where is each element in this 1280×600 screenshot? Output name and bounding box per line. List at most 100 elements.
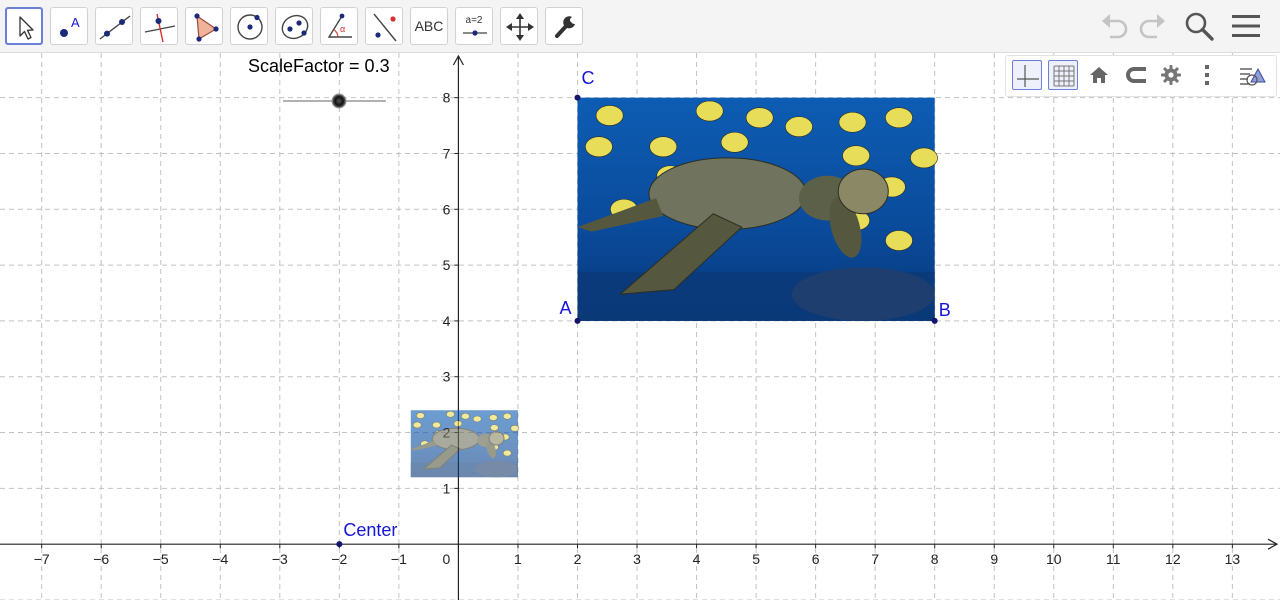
fish-shape xyxy=(838,111,867,133)
x-tick-label: 12 xyxy=(1165,551,1181,567)
reef-shape xyxy=(475,461,518,478)
scaled-turtle-image[interactable] xyxy=(410,410,520,478)
x-tick-label: −5 xyxy=(153,551,169,567)
point-label-b[interactable]: B xyxy=(939,300,951,321)
axes-icon xyxy=(1017,65,1039,87)
point-tool-button[interactable]: A xyxy=(50,7,88,45)
fish-shape xyxy=(510,424,520,432)
y-tick-label: 4 xyxy=(443,313,451,329)
x-tick-label: −3 xyxy=(272,551,288,567)
point-b xyxy=(931,317,938,324)
x-tick-label: −6 xyxy=(93,551,109,567)
x-tick-label: 3 xyxy=(633,551,641,567)
x-tick-label: −4 xyxy=(212,551,228,567)
ellipse-tool-button[interactable] xyxy=(275,7,313,45)
angle-tool-button[interactable]: α xyxy=(320,7,358,45)
angle-icon: α xyxy=(327,13,352,38)
point-label-center[interactable]: Center xyxy=(343,520,397,541)
polygon-icon xyxy=(194,13,219,42)
wrench-icon xyxy=(555,16,575,38)
fish-shape xyxy=(488,414,498,421)
turtle-head-shape xyxy=(837,168,889,215)
toggle-axes-button[interactable] xyxy=(1012,60,1042,90)
x-tick-label: −2 xyxy=(331,551,347,567)
slider-thumb[interactable] xyxy=(331,93,347,109)
main-menu-button[interactable] xyxy=(1229,9,1263,43)
fish-shape xyxy=(885,230,913,251)
x-tick-label: 13 xyxy=(1225,551,1241,567)
home-icon xyxy=(1090,67,1108,83)
toggle-algebra-view-button[interactable] xyxy=(1238,60,1268,90)
y-tick-label: 1 xyxy=(443,480,451,496)
toolbar: A α ABC a=2 xyxy=(0,0,1280,53)
x-tick-label: −1 xyxy=(391,551,407,567)
y-tick-label: 8 xyxy=(443,90,451,106)
x-tick-label: 7 xyxy=(871,551,879,567)
point-c xyxy=(574,94,581,101)
slider-icon xyxy=(463,30,487,36)
x-tick-label: 1 xyxy=(514,551,522,567)
algebra-toggle-icon xyxy=(1240,67,1266,86)
fish-shape xyxy=(502,449,512,457)
move-arrows-icon xyxy=(506,13,534,41)
fish-shape xyxy=(910,147,938,169)
scalefactor-slider[interactable] xyxy=(283,93,386,109)
move-tool-button[interactable] xyxy=(5,7,43,45)
x-tick-label: 9 xyxy=(990,551,998,567)
x-tick-label: 10 xyxy=(1046,551,1062,567)
point-capturing-button[interactable] xyxy=(1120,60,1150,90)
y-tick-label: 6 xyxy=(443,201,451,217)
perpendicular-line-icon xyxy=(144,13,176,43)
undo-button[interactable] xyxy=(1098,9,1132,43)
svg-text:α: α xyxy=(340,24,345,34)
polygon-tool-button[interactable] xyxy=(185,7,223,45)
perpendicular-line-tool-button[interactable] xyxy=(140,7,178,45)
y-tick-label: 3 xyxy=(443,369,451,385)
fish-shape xyxy=(595,105,624,126)
circle-icon xyxy=(237,14,263,40)
x-tick-label: 4 xyxy=(693,551,701,567)
x-tick-label: −7 xyxy=(34,551,50,567)
slider-tool-button[interactable]: a=2 xyxy=(455,7,493,45)
turtle-image[interactable] xyxy=(577,97,938,321)
move-view-tool-button[interactable] xyxy=(500,7,538,45)
point-label-c[interactable]: C xyxy=(581,68,594,89)
text-icon: ABC xyxy=(414,18,444,34)
reflect-tool-button[interactable] xyxy=(365,7,403,45)
fish-shape xyxy=(502,412,512,420)
slider-caption: ScaleFactor = 0.3 xyxy=(248,56,390,76)
search-button[interactable] xyxy=(1182,9,1216,43)
more-options-button[interactable] xyxy=(1192,60,1222,90)
text-tool-button[interactable]: ABC xyxy=(410,7,448,45)
fish-shape xyxy=(695,100,724,122)
menu-icon xyxy=(1232,15,1260,37)
point-label-a[interactable]: A xyxy=(559,298,571,319)
x-tick-label: 11 xyxy=(1106,551,1121,567)
toggle-grid-button[interactable] xyxy=(1048,60,1078,90)
grid-icon xyxy=(1053,65,1075,87)
fish-shape xyxy=(885,107,913,129)
fish-shape xyxy=(785,116,813,138)
point-center xyxy=(336,541,343,548)
standard-view-button[interactable] xyxy=(1084,60,1114,90)
circle-tool-button[interactable] xyxy=(230,7,268,45)
tools-customize-button[interactable] xyxy=(545,7,583,45)
line-icon xyxy=(99,15,131,40)
fish-shape xyxy=(745,107,774,129)
fish-shape xyxy=(461,412,470,420)
graphics-view[interactable]: −7−6−5−4−3−2−101234567891011121312345678… xyxy=(0,53,1280,600)
graphics-canvas[interactable]: −7−6−5−4−3−2−101234567891011121312345678 xyxy=(0,53,1280,600)
magnet-icon xyxy=(1126,67,1146,83)
redo-icon xyxy=(1139,14,1165,39)
search-icon xyxy=(1185,12,1214,41)
fish-shape xyxy=(490,424,499,431)
redo-button[interactable] xyxy=(1135,9,1169,43)
arrow-pointer-icon xyxy=(19,16,34,40)
fish-shape xyxy=(720,131,749,153)
fish-shape xyxy=(412,421,422,429)
fish-shape xyxy=(416,412,425,419)
line-tool-button[interactable] xyxy=(95,7,133,45)
x-tick-label: 2 xyxy=(574,551,582,567)
x-tick-label: 0 xyxy=(443,551,451,567)
graphics-settings-button[interactable] xyxy=(1156,60,1186,90)
